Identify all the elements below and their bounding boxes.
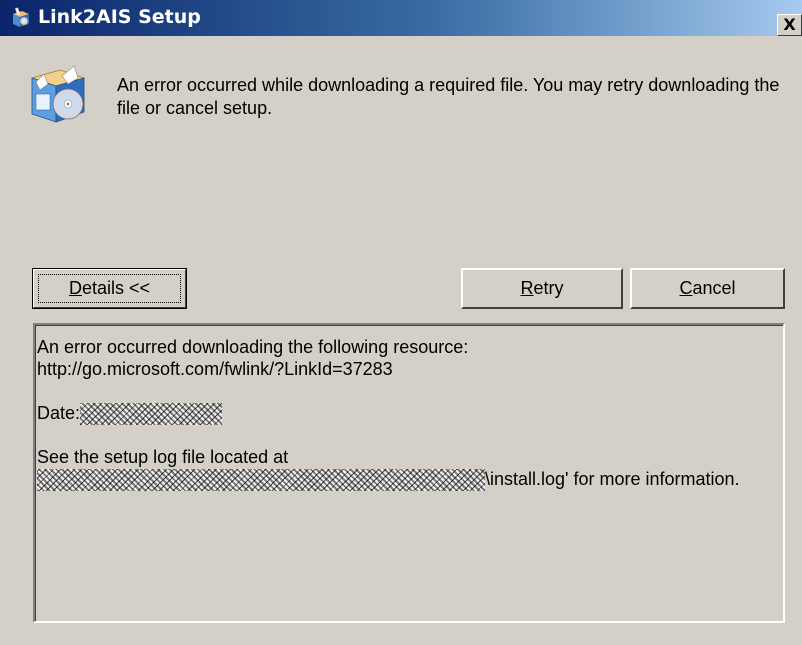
setup-box-cd-icon	[30, 65, 86, 123]
log-line-setup-log-intro: See the setup log file located at	[37, 447, 289, 467]
focus-rectangle	[38, 274, 181, 303]
redacted-path	[37, 469, 485, 492]
window-title: Link2AIS Setup	[38, 6, 201, 28]
log-line-date: Date:	[37, 403, 223, 426]
setup-dialog: Link2AIS Setup X An error occurred while…	[0, 0, 802, 645]
error-message: An error occurred while downloading a re…	[117, 75, 780, 118]
log-line-url: http://go.microsoft.com/fwlink/?LinkId=3…	[37, 359, 393, 379]
details-log-panel[interactable]: An error occurred downloading the follow…	[33, 323, 785, 623]
date-label: Date:	[37, 403, 81, 423]
title-bar[interactable]: Link2AIS Setup X	[0, 0, 802, 36]
cancel-mnemonic: C	[679, 278, 693, 298]
retry-mnemonic: R	[520, 278, 534, 298]
retry-label: etry	[533, 278, 564, 298]
close-button[interactable]: X	[777, 14, 802, 36]
log-line-setup-log-path: \install.log' for more information.	[37, 469, 740, 492]
retry-button[interactable]: Retry	[461, 268, 623, 309]
cancel-label: ancel	[692, 278, 736, 298]
setup-box-icon	[13, 7, 29, 27]
setup-log-suffix: \install.log' for more information.	[485, 469, 740, 489]
redacted-date	[80, 403, 223, 426]
log-line-error: An error occurred downloading the follow…	[37, 337, 469, 357]
details-button[interactable]: Details <<	[32, 268, 187, 309]
cancel-button[interactable]: Cancel	[630, 268, 785, 309]
